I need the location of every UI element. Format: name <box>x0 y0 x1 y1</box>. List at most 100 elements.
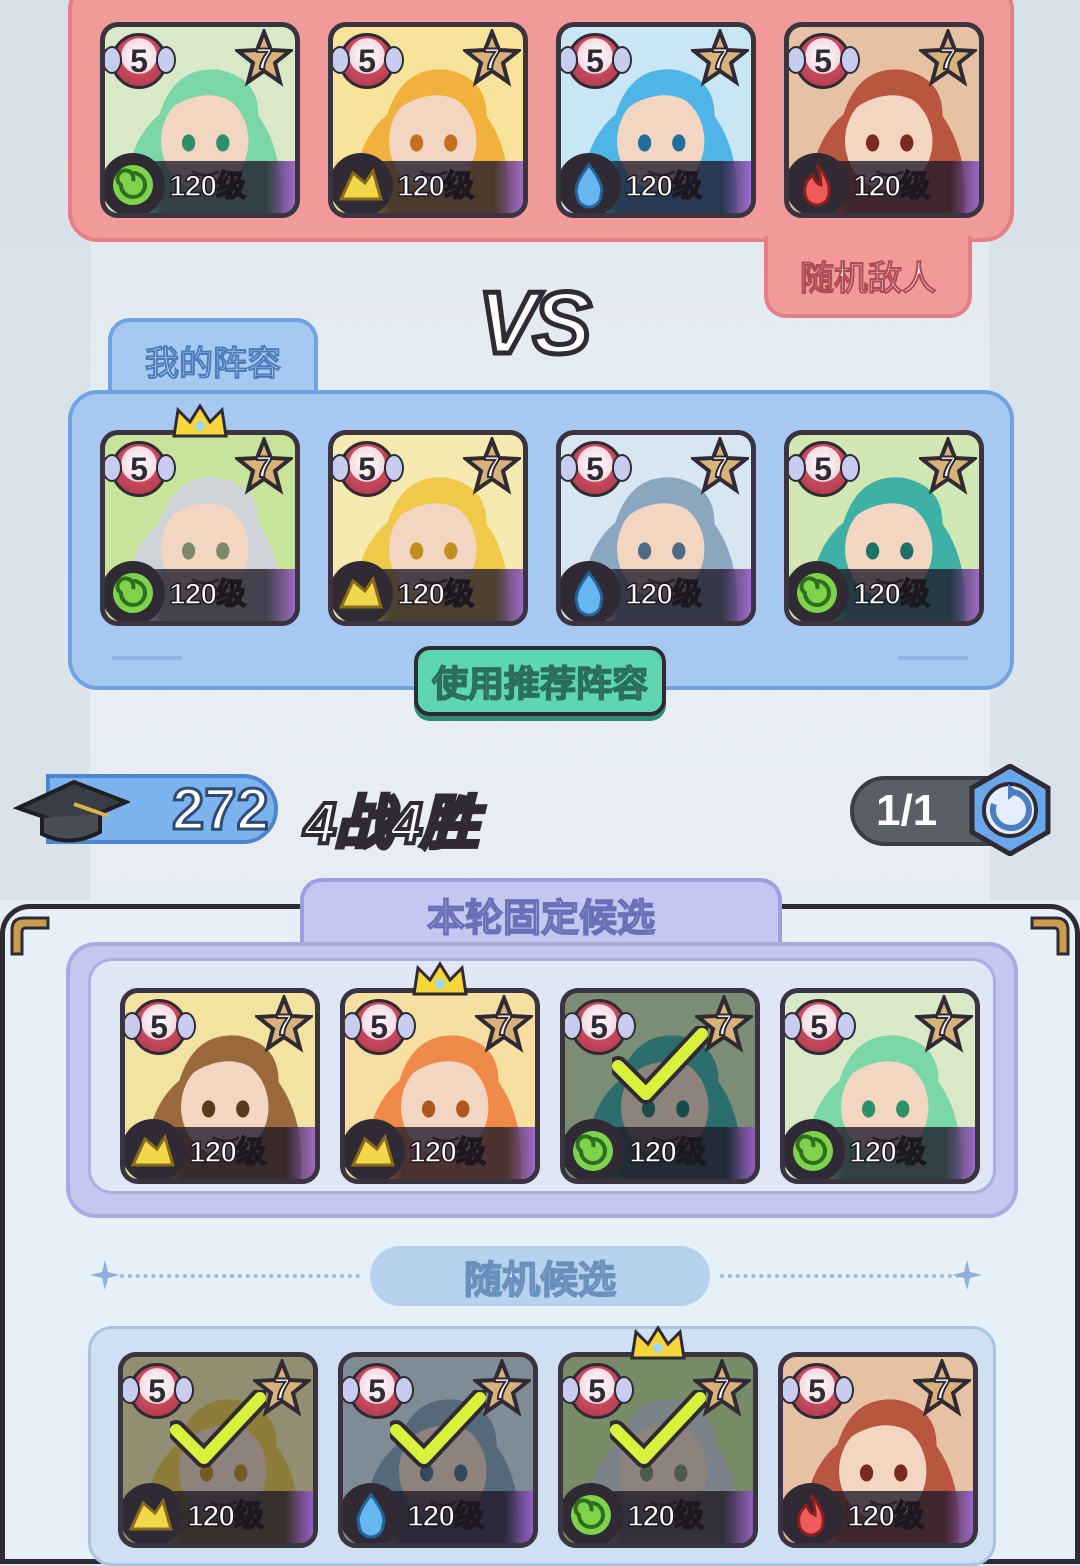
vs-label: VS <box>475 271 593 375</box>
fixed-candidates-label: 本轮固定候选 <box>300 878 782 946</box>
random-candidates-label: 随机候选 <box>370 1246 710 1306</box>
rank-badge: 5 <box>333 441 404 497</box>
star-icon: 7 <box>463 29 521 87</box>
rank-value: 5 <box>130 450 148 487</box>
hero-level: 120级 <box>852 169 931 204</box>
hero-card[interactable]: 5 7 120级 <box>784 430 984 626</box>
use-recommended-lineup-button[interactable]: 使用推荐阵容 <box>414 646 666 716</box>
rank-value: 5 <box>590 1008 608 1045</box>
decor-line-left <box>112 656 182 660</box>
star-count: 7 <box>255 42 274 77</box>
crown-badge <box>628 1324 688 1364</box>
divider-right <box>720 1274 960 1278</box>
star-icon: 7 <box>919 29 977 87</box>
divider-left <box>120 1274 360 1278</box>
wind-element-icon <box>789 561 849 621</box>
rank-value: 5 <box>814 42 832 79</box>
hero-card[interactable]: 5 7 120级 <box>118 1352 318 1548</box>
star-icon: 7 <box>235 29 293 87</box>
star-count: 7 <box>255 450 274 485</box>
hero-card[interactable]: 5 7 120级 <box>556 22 756 218</box>
rank-value: 5 <box>810 1008 828 1045</box>
wind-element-icon <box>565 1119 625 1179</box>
rank-badge: 5 <box>345 999 416 1055</box>
star-count: 7 <box>483 42 502 77</box>
hero-level: 120级 <box>628 1135 707 1170</box>
hero-level: 120级 <box>624 577 703 612</box>
rank-value: 5 <box>358 42 376 79</box>
sparkle-icon <box>952 1260 982 1290</box>
hero-card[interactable]: 5 7 120级 <box>328 430 528 626</box>
refresh-icon[interactable] <box>964 764 1056 856</box>
hero-level: 120级 <box>168 577 247 612</box>
hero-card[interactable]: 5 7 120级 <box>556 430 756 626</box>
star-icon: 7 <box>235 437 293 495</box>
selected-check-icon <box>612 1026 708 1104</box>
hero-card[interactable]: 5 7 120级 <box>328 22 528 218</box>
crown-icon <box>172 403 228 438</box>
hero-level: 120级 <box>626 1499 705 1534</box>
star-count: 7 <box>939 42 958 77</box>
hero-level: 120级 <box>408 1135 487 1170</box>
fire-element-icon <box>783 1483 843 1543</box>
wind-element-icon <box>563 1483 623 1543</box>
star-icon: 7 <box>691 29 749 87</box>
hero-level: 120级 <box>846 1499 925 1534</box>
star-count: 7 <box>933 1372 952 1407</box>
star-icon: 7 <box>691 437 749 495</box>
rank-value: 5 <box>586 450 604 487</box>
star-icon: 7 <box>919 437 977 495</box>
rank-badge: 5 <box>105 33 176 89</box>
earth-element-icon <box>333 561 393 621</box>
rank-value: 5 <box>588 1372 606 1409</box>
gold-corner-icon <box>1030 916 1070 956</box>
star-count: 7 <box>495 1008 514 1043</box>
star-icon: 7 <box>463 437 521 495</box>
earth-element-icon <box>123 1483 183 1543</box>
earth-element-icon <box>125 1119 185 1179</box>
star-count: 7 <box>711 42 730 77</box>
my-team-label: 我的阵容 <box>108 318 318 398</box>
hero-level: 120级 <box>186 1499 265 1534</box>
graduation-cap-icon <box>12 779 130 843</box>
water-element-icon <box>343 1483 403 1543</box>
score-value: 272 <box>171 776 271 844</box>
hero-card[interactable]: 5 7 120级 <box>784 22 984 218</box>
gold-corner-icon <box>10 916 50 956</box>
rank-value: 5 <box>586 42 604 79</box>
rank-value: 5 <box>358 450 376 487</box>
rank-value: 5 <box>130 42 148 79</box>
selected-check-icon <box>170 1390 266 1468</box>
hero-card[interactable]: 5 7 120级 <box>100 22 300 218</box>
rank-badge: 5 <box>789 33 860 89</box>
hero-level: 120级 <box>168 169 247 204</box>
hero-card[interactable]: 5 7 120级 <box>340 988 540 1184</box>
rank-value: 5 <box>368 1372 386 1409</box>
rank-badge: 5 <box>785 999 856 1055</box>
selected-check-icon <box>390 1390 486 1468</box>
hero-card[interactable]: 5 7 120级 <box>558 1352 758 1548</box>
hero-card[interactable]: 5 7 120级 <box>100 430 300 626</box>
hero-card[interactable]: 5 7 120级 <box>120 988 320 1184</box>
hero-card[interactable]: 5 7 120级 <box>560 988 760 1184</box>
rank-badge: 5 <box>561 441 632 497</box>
selected-check-icon <box>610 1390 706 1468</box>
star-icon: 7 <box>255 995 313 1053</box>
wind-element-icon <box>105 153 165 213</box>
star-count: 7 <box>939 450 958 485</box>
water-element-icon <box>561 153 621 213</box>
sparkle-icon <box>90 1260 120 1290</box>
hero-card[interactable]: 5 7 120级 <box>780 988 980 1184</box>
earth-element-icon <box>345 1119 405 1179</box>
star-count: 7 <box>711 450 730 485</box>
hero-level: 120级 <box>188 1135 267 1170</box>
crown-icon <box>630 1325 686 1360</box>
water-element-icon <box>561 561 621 621</box>
hero-card[interactable]: 5 7 120级 <box>778 1352 978 1548</box>
hero-card[interactable]: 5 7 120级 <box>338 1352 538 1548</box>
star-count: 7 <box>935 1008 954 1043</box>
star-icon: 7 <box>915 995 973 1053</box>
rank-value: 5 <box>370 1008 388 1045</box>
battle-record: 4战4胜 <box>302 789 480 858</box>
wind-element-icon <box>105 561 165 621</box>
